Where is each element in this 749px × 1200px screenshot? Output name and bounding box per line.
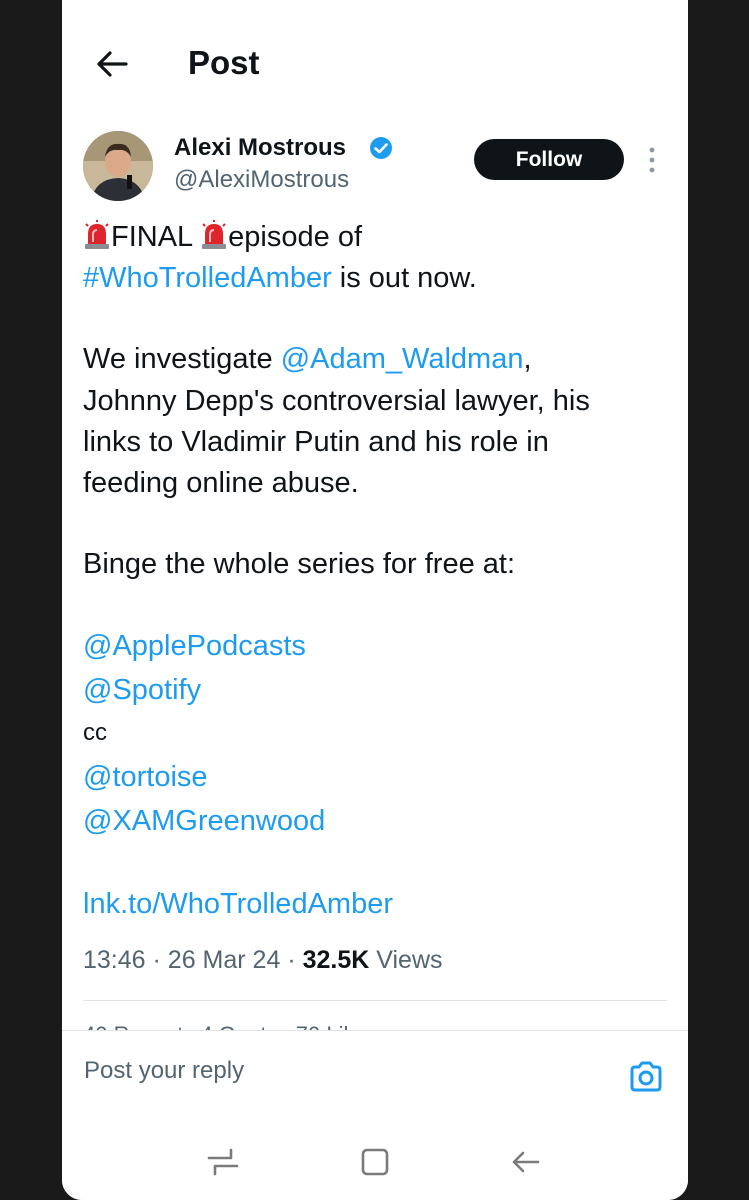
camera-icon[interactable] [628,1059,664,1095]
post-meta: 13:46 · 26 Mar 24 · 32.5K Views [83,946,443,975]
phone-screen: Post Alexi Mostrous @AlexiMostrous Follo… [62,0,688,1200]
divider [83,1000,667,1001]
back-arrow-icon[interactable] [92,44,132,84]
nav-back-icon[interactable] [508,1144,544,1180]
tweet-line-5: links to Vladimir Putin and his role in [83,426,549,458]
author-name[interactable]: Alexi Mostrous [174,134,346,162]
url-link[interactable]: lnk.to/WhoTrolledAmber [83,884,393,924]
meta-separator: · [152,946,161,974]
author-handle[interactable]: @AlexiMostrous [174,166,349,194]
tweet-word-final: FINAL [111,221,193,253]
mention-link[interactable]: @tortoise [83,757,208,797]
tweet-cc: cc [83,719,107,746]
tweet-text: , [523,343,532,375]
tweet-line-2: #WhoTrolledAmber is out now. [83,258,477,298]
views-count[interactable]: 32.5K [303,946,370,974]
page-title: Post [188,44,260,81]
mention-link[interactable]: @Adam_Waldman [281,343,524,375]
home-icon[interactable] [357,1144,393,1180]
avatar[interactable] [83,131,153,201]
more-vertical-icon[interactable] [646,146,658,174]
post-date[interactable]: 26 Mar 24 [168,946,281,974]
mention-link[interactable]: @XAMGreenwood [83,801,325,841]
tweet-line-6: feeding online abuse. [83,467,359,499]
police-light-icon [202,220,227,249]
tweet-line-7: Binge the whole series for free at: [83,548,516,580]
tweet-text: is out now. [331,262,477,294]
police-light-icon [85,220,109,249]
verified-badge-icon [370,137,392,159]
tweet-text: episode of [228,221,362,253]
tweet-line-3: We investigate @Adam_Waldman, [83,339,532,379]
hashtag-link[interactable]: #WhoTrolledAmber [83,262,332,294]
tweet-line-1: FINAL episode of [83,217,362,257]
meta-separator: · [287,946,296,974]
follow-button[interactable]: Follow [474,139,624,180]
views-label: Views [369,946,443,974]
post-time[interactable]: 13:46 [83,946,146,974]
top-bar: Post [62,0,688,110]
tweet-text: We investigate [83,343,281,375]
reply-input[interactable] [82,1048,606,1094]
recent-apps-icon[interactable] [205,1144,241,1180]
tweet-line-4: Johnny Depp's controversial lawyer, his [83,385,590,417]
mention-link[interactable]: @ApplePodcasts [83,626,306,666]
mention-link[interactable]: @Spotify [83,670,201,710]
